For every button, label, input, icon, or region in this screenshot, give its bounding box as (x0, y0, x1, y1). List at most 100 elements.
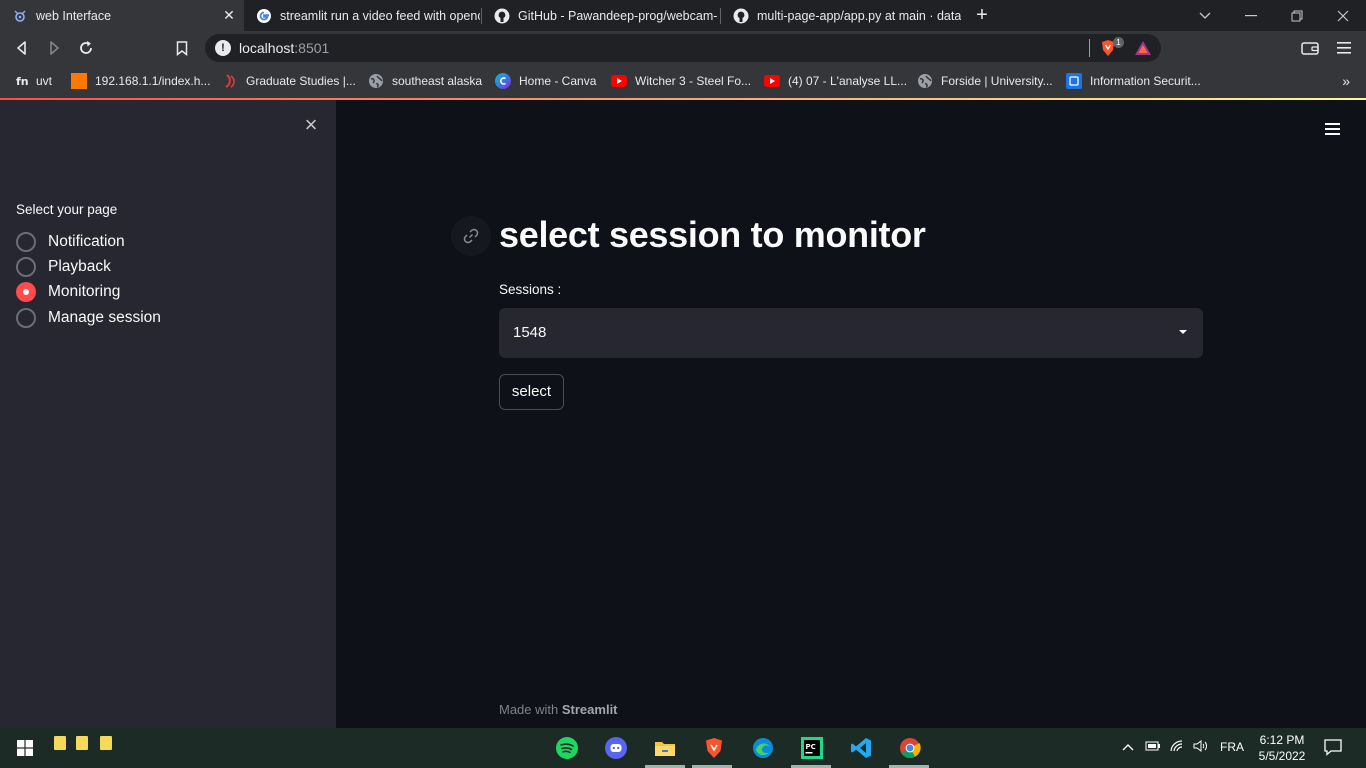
bookmark-label: Witcher 3 - Steel Fo... (635, 74, 752, 88)
edge-icon[interactable] (751, 736, 775, 760)
address-separator (1089, 39, 1090, 57)
github-icon (733, 8, 749, 24)
shields-count-badge: 1 (1113, 37, 1124, 48)
tab-github-webcam[interactable]: GitHub - Pawandeep-prog/webcam-st (482, 0, 718, 31)
reload-button[interactable] (74, 36, 98, 60)
bookmark-graduate[interactable]: Graduate Studies |... (222, 72, 356, 90)
system-clock[interactable]: 6:12 PM 5/5/2022 (1252, 732, 1312, 764)
address-bar[interactable]: ! localhost:8501 1 (205, 34, 1161, 62)
tray-overflow-chevron-icon[interactable] (1122, 740, 1134, 754)
info-icon[interactable]: ! (215, 40, 231, 56)
discord-icon[interactable] (604, 736, 628, 760)
bookmark-uvt[interactable]: fn uvt (16, 72, 52, 90)
bookmark-canva[interactable]: Home - Canva (495, 72, 596, 90)
wallet-icon[interactable] (1298, 36, 1322, 60)
github-icon (494, 8, 510, 24)
minimize-button[interactable] (1228, 0, 1274, 31)
sessions-label: Sessions : (499, 282, 562, 297)
footer: Made with Streamlit (499, 702, 618, 717)
link-icon[interactable] (451, 216, 491, 256)
brave-rewards-icon[interactable] (1134, 40, 1152, 56)
url-text: localhost:8501 (239, 40, 329, 56)
radio-button-selected-icon[interactable] (16, 282, 36, 302)
globe-icon (368, 73, 384, 89)
radio-group-label: Select your page (16, 202, 118, 217)
youtube-icon (764, 73, 780, 89)
chevron-down-icon[interactable] (1179, 330, 1187, 334)
chrome-icon[interactable] (898, 736, 922, 760)
bookmark-router[interactable]: 192.168.1.1/index.h... (71, 72, 210, 90)
new-tab-button[interactable]: + (970, 4, 994, 28)
bookmark-label: 192.168.1.1/index.h... (95, 74, 211, 88)
restore-button[interactable] (1274, 0, 1320, 31)
radio-label: Playback (48, 258, 111, 275)
radio-option-notification[interactable]: Notification (16, 230, 125, 254)
pycharm-icon[interactable]: PC (800, 736, 824, 760)
file-explorer-icon[interactable] (653, 736, 677, 760)
sidebar: × Select your page Notification Playback… (0, 100, 336, 728)
bookmark-alaska[interactable]: southeast alaska (368, 72, 482, 90)
volume-icon[interactable] (1193, 740, 1209, 755)
google-icon (256, 8, 272, 24)
battery-icon[interactable] (1145, 740, 1161, 755)
tab-search-chevron-icon[interactable] (1182, 0, 1228, 31)
tab-title: GitHub - Pawandeep-prog/webcam-st (518, 8, 718, 23)
close-window-button[interactable] (1320, 0, 1366, 31)
tab-streamlit-video[interactable]: streamlit run a video feed with opencv (244, 0, 480, 31)
bookmarks-overflow-button[interactable]: » (1342, 73, 1350, 89)
bookmark-label: uvt (36, 74, 53, 88)
bookmark-label: Forside | University... (941, 74, 1053, 88)
wifi-icon[interactable] (1170, 740, 1186, 755)
close-sidebar-icon[interactable]: × (300, 114, 322, 136)
tab-github-multipage[interactable]: multi-page-app/app.py at main · datap (721, 0, 961, 31)
youtube-icon (611, 73, 627, 89)
radio-button-icon[interactable] (16, 232, 36, 252)
bookmark-label: Information Securit... (1090, 74, 1201, 88)
browser-tab-strip: web Interface ✕ streamlit run a video fe… (0, 0, 1366, 31)
radio-option-monitoring[interactable]: Monitoring (16, 280, 120, 304)
sticky-notes-icon[interactable] (54, 736, 66, 750)
svg-text:fn: fn (16, 75, 29, 87)
page-title: select session to monitor (499, 214, 926, 255)
sessions-select[interactable]: 1548 (499, 308, 1203, 358)
forward-button[interactable] (42, 36, 66, 60)
tab-title: multi-page-app/app.py at main · datap (757, 8, 961, 23)
notification-center-icon[interactable] (1324, 738, 1342, 756)
tab-title: web Interface (36, 8, 112, 23)
bookmark-label: Home - Canva (519, 74, 597, 88)
bookmark-infosec[interactable]: Information Securit... (1066, 72, 1201, 90)
bookmark-icon[interactable] (170, 36, 194, 60)
bookmark-analyse[interactable]: (4) 07 - L'analyse LL... (764, 72, 907, 90)
radio-option-playback[interactable]: Playback (16, 255, 111, 279)
radio-dot (23, 289, 29, 295)
radio-button-icon[interactable] (16, 308, 36, 328)
hamburger-menu-icon[interactable] (1322, 120, 1344, 138)
input-language[interactable]: FRA (1220, 740, 1244, 754)
canva-icon (495, 73, 511, 89)
infosec-icon (1066, 73, 1082, 89)
uvt-icon: fn (16, 73, 30, 89)
browser-menu-icon[interactable] (1332, 36, 1356, 60)
radio-option-manage-session[interactable]: Manage session (16, 306, 161, 330)
spotify-icon[interactable] (555, 736, 579, 760)
vscode-icon[interactable] (849, 736, 873, 760)
taskbar: PC FRA 6:12 PM 5/5/2022 (0, 728, 1366, 768)
bookmark-witcher[interactable]: Witcher 3 - Steel Fo... (611, 72, 751, 90)
url-port: :8501 (294, 40, 330, 56)
clock-time: 6:12 PM (1259, 733, 1305, 747)
bookmark-label: (4) 07 - L'analyse LL... (788, 74, 908, 88)
sticky-notes-icon[interactable] (100, 736, 112, 750)
orange-icon (71, 73, 87, 89)
bookmark-forside[interactable]: Forside | University... (917, 72, 1053, 90)
select-button[interactable]: select (499, 374, 564, 410)
selected-session-value: 1548 (513, 324, 547, 341)
back-button[interactable] (10, 36, 34, 60)
radio-label: Notification (48, 233, 125, 250)
sticky-notes-icon[interactable] (76, 736, 88, 750)
radio-button-icon[interactable] (16, 257, 36, 277)
windows-start-icon[interactable] (13, 736, 37, 760)
close-icon[interactable]: ✕ (220, 7, 238, 24)
brave-browser-icon[interactable] (702, 736, 726, 760)
streamlit-link[interactable]: Streamlit (562, 702, 618, 717)
tab-web-interface[interactable]: web Interface ✕ (0, 0, 244, 31)
